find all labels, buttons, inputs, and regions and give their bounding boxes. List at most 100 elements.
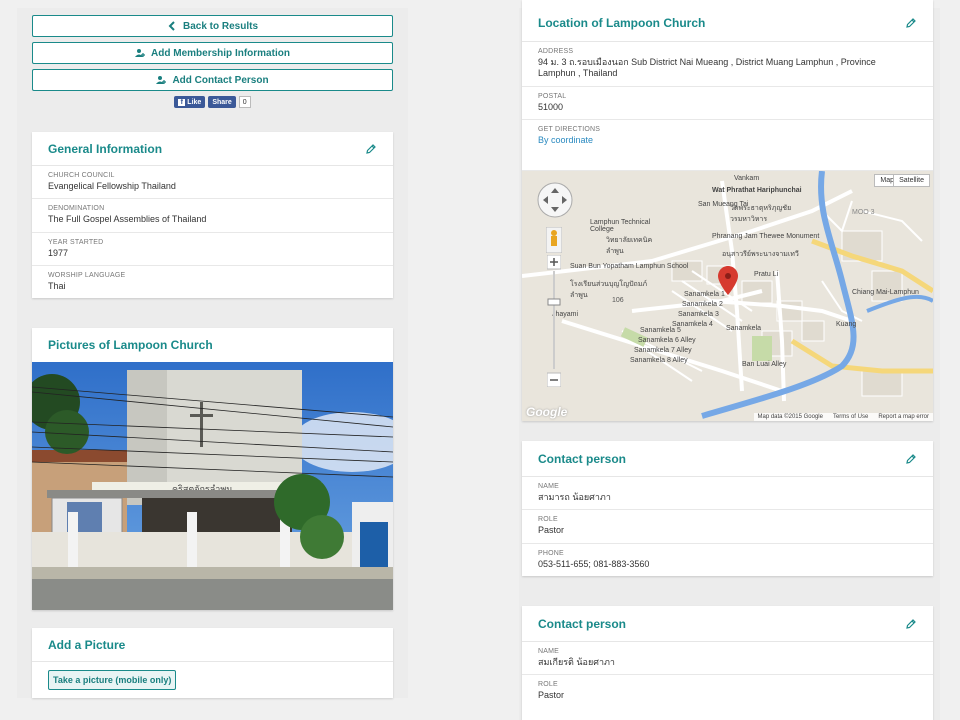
contact-phone-field: PHONE 053-511-655; 081-883-3560 [522,544,933,576]
field-label: DENOMINATION [48,205,105,213]
map-label-sanamkela5: Sanamkela 5 [640,327,681,334]
field-value: 1977 [48,247,69,258]
add-membership-label: Add Membership Information [151,47,290,59]
field-label: ROLE [538,516,558,524]
church-photo[interactable]: คริสตจักรลำพูน [32,362,393,610]
contact-person-title: Contact person [538,451,627,466]
field-value: The Full Gospel Assemblies of Thailand [48,214,207,225]
field-label: PHONE [538,549,564,557]
take-picture-button[interactable]: Take a picture (mobile only) [48,670,177,690]
location-card: Location of Lampoon Church ADDRESS 94 ม.… [522,0,933,421]
map-label-technical-college-thai: วิทยาลัยเทคนิคลำพูน [606,237,653,255]
worship-language-field: WORSHIP LANGUAGE Thai [32,266,393,298]
map-label-kuang: Kuang [836,321,857,328]
share-count: 0 [238,96,251,108]
directions-field: GET DIRECTIONS By coordinate [522,120,933,171]
map-label-chiang-mai-lamphun: Chiang Mai-Lamphun [852,289,919,296]
map-label-moo3: MOO 3 [852,209,875,216]
add-user-icon [135,49,146,57]
field-value: 053-511-655; 081-883-3560 [538,558,650,569]
pencil-icon[interactable] [905,453,917,465]
google-logo: Google [526,405,568,419]
map-label-sanamkela3: Sanamkela 3 [678,311,719,318]
postal-label: POSTAL [538,92,567,100]
map-label-san-mueang-tai: San Mueang Tai [698,201,749,208]
facebook-icon: f [178,98,186,106]
facebook-like-button[interactable]: f Like [174,96,206,108]
chevron-left-icon [168,21,175,31]
directions-label: GET DIRECTIONS [538,125,601,133]
field-label: NAME [538,483,560,490]
add-membership-button[interactable]: Add Membership Information [32,42,393,64]
map-label-sanamkela6: Sanamkela 6 Alley [638,337,696,344]
share-label: Share [212,98,232,106]
address-value: 94 ม. 3 ถ.รอบเมืองนอก Sub District Nai M… [538,57,876,79]
left-column: Back to Results Add Membership Informati… [17,8,408,698]
map-pan-control-icon[interactable] [536,181,574,219]
location-map[interactable]: 106 Wat Phrathat Hariphunchai วัดพระธาตุ… [522,171,933,421]
back-to-results-button[interactable]: Back to Results [32,15,393,37]
field-value: Evangelical Fellowship Thailand [48,181,176,191]
field-value: Pastor [538,690,565,701]
map-label-sanamkela8: Sanamkela 8 Alley [630,357,688,364]
pencil-icon[interactable] [905,618,917,630]
map-label-phranang-monument: Phranang Jam Thewee Monument [712,233,820,240]
contact-name-field: NAME สมเกียรติ น้อยศาภา [522,642,933,676]
field-label: ROLE [538,681,558,689]
right-column: Location of Lampoon Church ADDRESS 94 ม.… [519,0,940,720]
add-picture-card: Add a Picture Take a picture (mobile onl… [32,628,393,698]
field-value: สามารถ น้อยศาภา [538,492,611,502]
facebook-share-button[interactable]: Share [208,96,236,108]
general-information-title: General Information [48,141,163,156]
postal-value: 51000 [538,101,564,112]
address-label: ADDRESS [538,48,574,55]
map-label-sanamkela1: Sanamkela 1 [684,291,725,298]
field-label: YEAR STARTED [48,238,104,246]
map-label-pratu-li: Pratu Li [754,271,779,278]
map-data-attribution: Map data ©2015 Google [757,414,823,420]
map-label-technical-college: Lamphun Technical College [590,219,651,233]
terms-of-use-link[interactable]: Terms of Use [833,414,868,420]
denomination-field: DENOMINATION The Full Gospel Assemblies … [32,199,393,233]
social-buttons: f Like Share 0 [32,96,393,108]
field-value: Pastor [538,525,565,536]
contact-role-field: ROLE Pastor [522,675,933,707]
field-label: WORSHIP LANGUAGE [48,271,126,279]
pictures-title: Pictures of Lampoon Church [48,338,213,352]
location-title: Location of Lampoon Church [538,15,706,30]
field-label: CHURCH COUNCIL [48,172,115,179]
like-label: Like [187,98,202,106]
map-label-wat-phrathat: Wat Phrathat Hariphunchai [712,187,802,194]
add-contact-label: Add Contact Person [172,74,269,86]
map-label-sanamkela2: Sanamkela 2 [682,301,723,308]
add-contact-button[interactable]: Add Contact Person [32,69,393,91]
zoom-slider[interactable] [547,255,561,387]
contact-name-field: NAME สามารถ น้อยศาภา [522,477,933,511]
map-label-phranang-monument-thai: อนุสาวรีย์พระนางจามเทวี [722,251,799,258]
by-coordinate-link[interactable]: By coordinate [538,135,917,146]
map-label-suan-bun-school-thai: โรงเรียนส่วนบุญโญปัถมภ์ ลำพูน [570,281,648,299]
pictures-card: Pictures of Lampoon Church คริสตจักรลำพู… [32,328,393,610]
postal-field: POSTAL 51000 [522,87,933,120]
map-label-sanamkela7: Sanamkela 7 Alley [634,347,692,354]
map-footer: Map data ©2015 Google Terms of Use Repor… [753,413,933,421]
map-label-sanamkela: Sanamkela [726,325,762,332]
map-label-ban-luai: Ban Luai Alley [742,361,787,368]
satellite-view-button[interactable]: Satellite [893,174,930,187]
pencil-icon[interactable] [365,143,377,155]
contact-person-title: Contact person [538,616,627,631]
street-view-pegman-icon[interactable] [546,227,562,253]
pencil-icon[interactable] [905,17,917,29]
field-label: NAME [538,648,560,655]
add-user-icon [156,76,167,84]
map-label-vankam: Vankam [734,175,760,182]
contact-person-card: Contact person NAME สามารถ น้อยศาภา ROLE… [522,441,933,576]
contact-person-card: Contact person NAME สมเกียรติ น้อยศาภา R… [522,606,933,720]
back-to-results-label: Back to Results [182,20,259,32]
field-value: Thai [48,280,66,291]
year-started-field: YEAR STARTED 1977 [32,233,393,266]
church-council-field: CHURCH COUNCIL Evangelical Fellowship Th… [32,166,393,200]
map-label-suan-bun-school: Suan Bun Yopatham Lamphun School [570,263,689,270]
general-information-card: General Information CHURCH COUNCIL Evang… [32,132,393,298]
report-map-error-link[interactable]: Report a map error [878,414,929,420]
